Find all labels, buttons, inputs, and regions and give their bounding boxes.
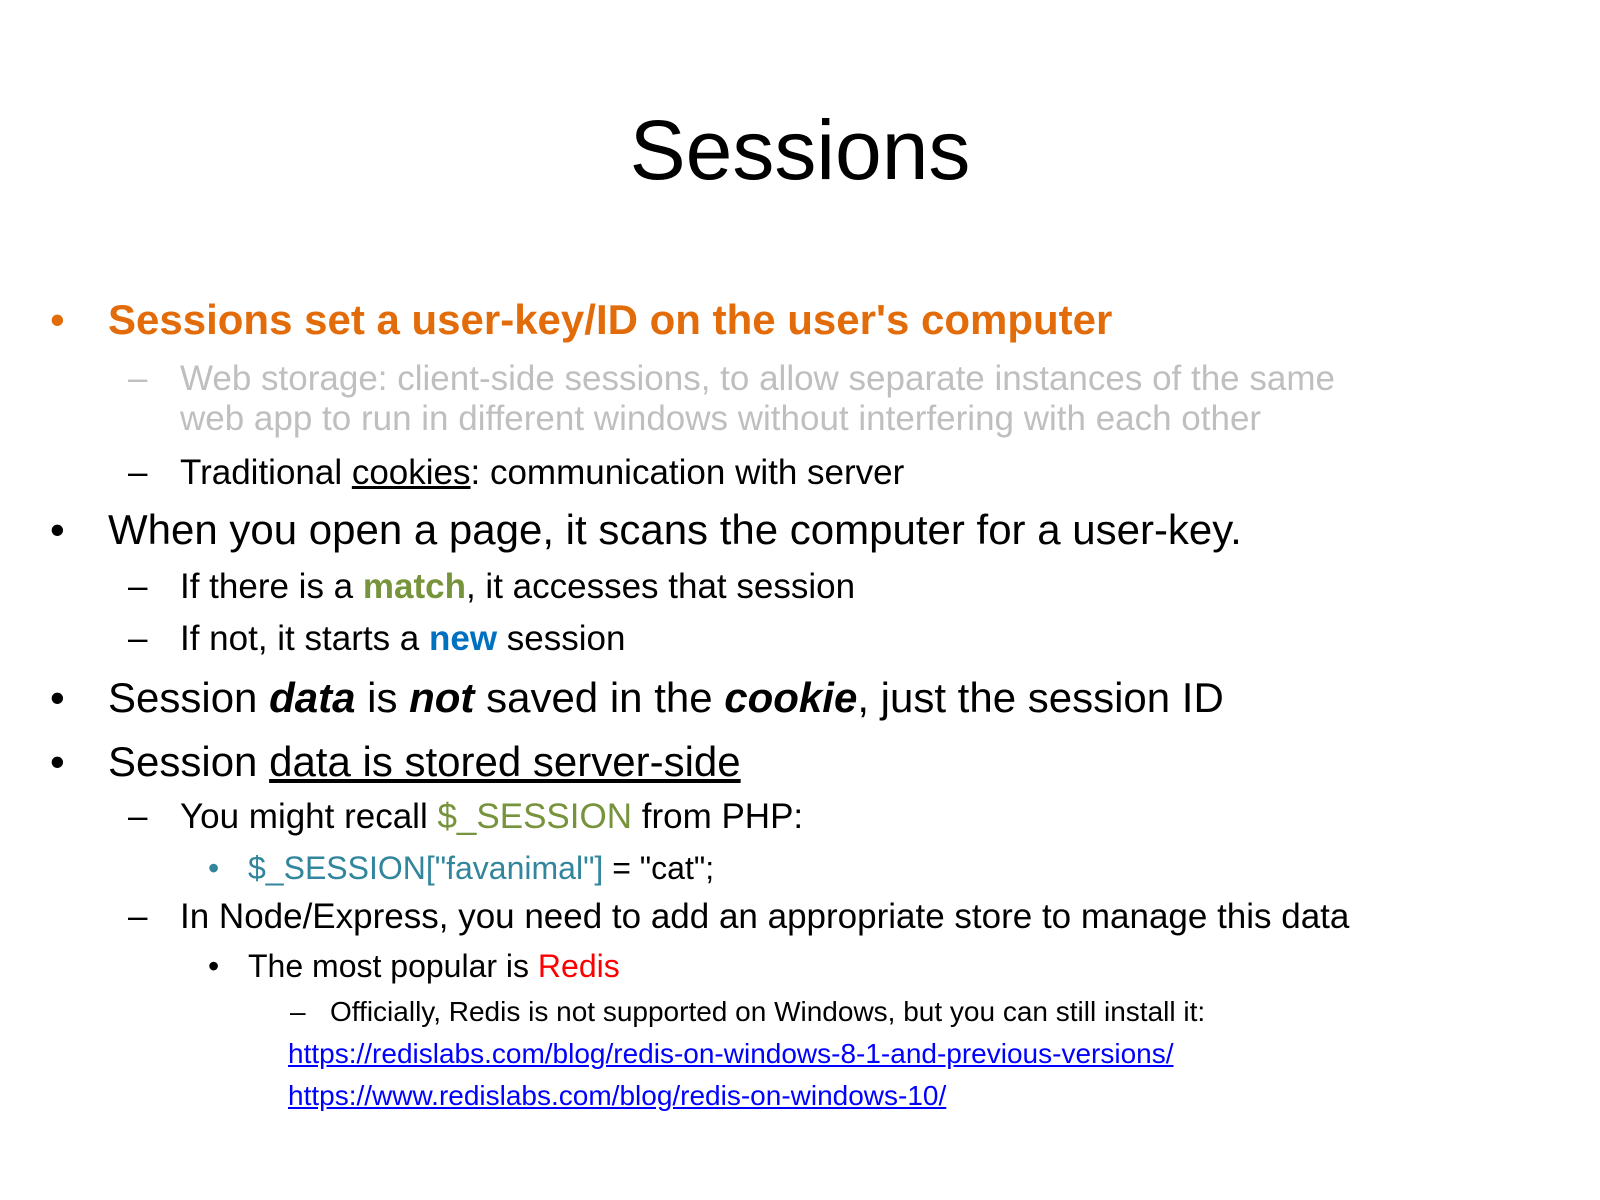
bullet-dot: •	[50, 296, 65, 343]
sub-bullet-dash: –	[128, 619, 148, 658]
text-segment: Session	[108, 738, 270, 785]
text-segment: is	[355, 674, 410, 721]
bullet-2-sub-2: If not, it starts a new session	[180, 618, 625, 660]
text-segment: If there is a	[180, 567, 363, 606]
bullet-1-sub-1-line-1: Web storage: client-side sessions, to al…	[180, 359, 1335, 398]
new-term: new	[428, 619, 498, 658]
text-segment: from PHP:	[632, 797, 804, 836]
bullet-2-sub-1: If there is a match, it accesses that se…	[180, 566, 855, 608]
bullet-1: Sessions set a user-key/ID on the user's…	[108, 296, 1113, 343]
bullet-dot: •	[50, 506, 65, 553]
text-segment: session	[497, 619, 626, 658]
redis-term: Redis	[537, 948, 620, 984]
text-segment: , it accesses that session	[465, 567, 856, 606]
text-segment: Traditional	[180, 453, 352, 492]
bullet-4-sub-2-sub: The most popular is Redis	[248, 946, 620, 986]
bullet-1-sub-2: Traditional cookies: communication with …	[180, 452, 904, 494]
text-segment: = "cat";	[603, 850, 715, 886]
session-code: $_SESSION	[437, 797, 633, 836]
bullet-4-sub-2-sub-sub: Officially, Redis is not supported on Wi…	[330, 996, 1206, 1027]
sub-bullet-dash: –	[128, 567, 148, 606]
bullet-3: Session data is not saved in the cookie,…	[108, 672, 1224, 724]
text-segment: The most popular is	[248, 948, 538, 984]
sub-bullet-dash: –	[128, 897, 148, 936]
bullet-1-sub-1-line-2: web app to run in different windows with…	[180, 399, 1262, 438]
data-term: data	[269, 674, 356, 721]
bullet-dot: •	[50, 738, 65, 785]
redis-windows-10-link[interactable]: https://www.redislabs.com/blog/redis-on-…	[288, 1078, 946, 1114]
php-code: $_SESSION["favanimal"]	[248, 850, 604, 886]
match-term: match	[362, 567, 466, 606]
text-segment: Session	[108, 674, 270, 721]
sub-bullet-dash: –	[128, 453, 148, 492]
not-term: not	[409, 674, 475, 721]
bullet-dot: •	[50, 674, 65, 721]
slide: Sessions • Sessions set a user-key/ID on…	[0, 0, 1600, 1200]
sub-bullet-dash: –	[128, 797, 148, 836]
slide-title: Sessions	[629, 103, 971, 197]
server-side-term: data is stored server-side	[269, 738, 741, 785]
text-segment: You might recall	[180, 797, 438, 836]
sub-sub-bullet-dot: •	[208, 948, 220, 984]
cookies-term: cookies	[351, 453, 471, 492]
bullet-4: Session data is stored server-side	[108, 736, 741, 788]
text-segment: If not, it starts a	[180, 619, 429, 658]
cookie-term: cookie	[724, 674, 858, 721]
text-segment: : communication with server	[470, 453, 905, 492]
bullet-2: When you open a page, it scans the compu…	[108, 506, 1242, 553]
bullet-4-sub-1-sub: $_SESSION["favanimal"] = "cat";	[248, 848, 714, 888]
bullet-4-sub-1: You might recall $_SESSION from PHP:	[180, 796, 803, 838]
bullet-4-sub-2: In Node/Express, you need to add an appr…	[180, 897, 1350, 936]
text-segment: saved in the	[474, 674, 725, 721]
sub-bullet-dash: –	[128, 359, 148, 398]
redis-windows-8-link[interactable]: https://redislabs.com/blog/redis-on-wind…	[288, 1036, 1174, 1072]
text-segment: , just the session ID	[857, 674, 1224, 721]
sub-sub-sub-bullet-dash: –	[290, 996, 306, 1027]
sub-sub-bullet-dot: •	[208, 850, 220, 886]
